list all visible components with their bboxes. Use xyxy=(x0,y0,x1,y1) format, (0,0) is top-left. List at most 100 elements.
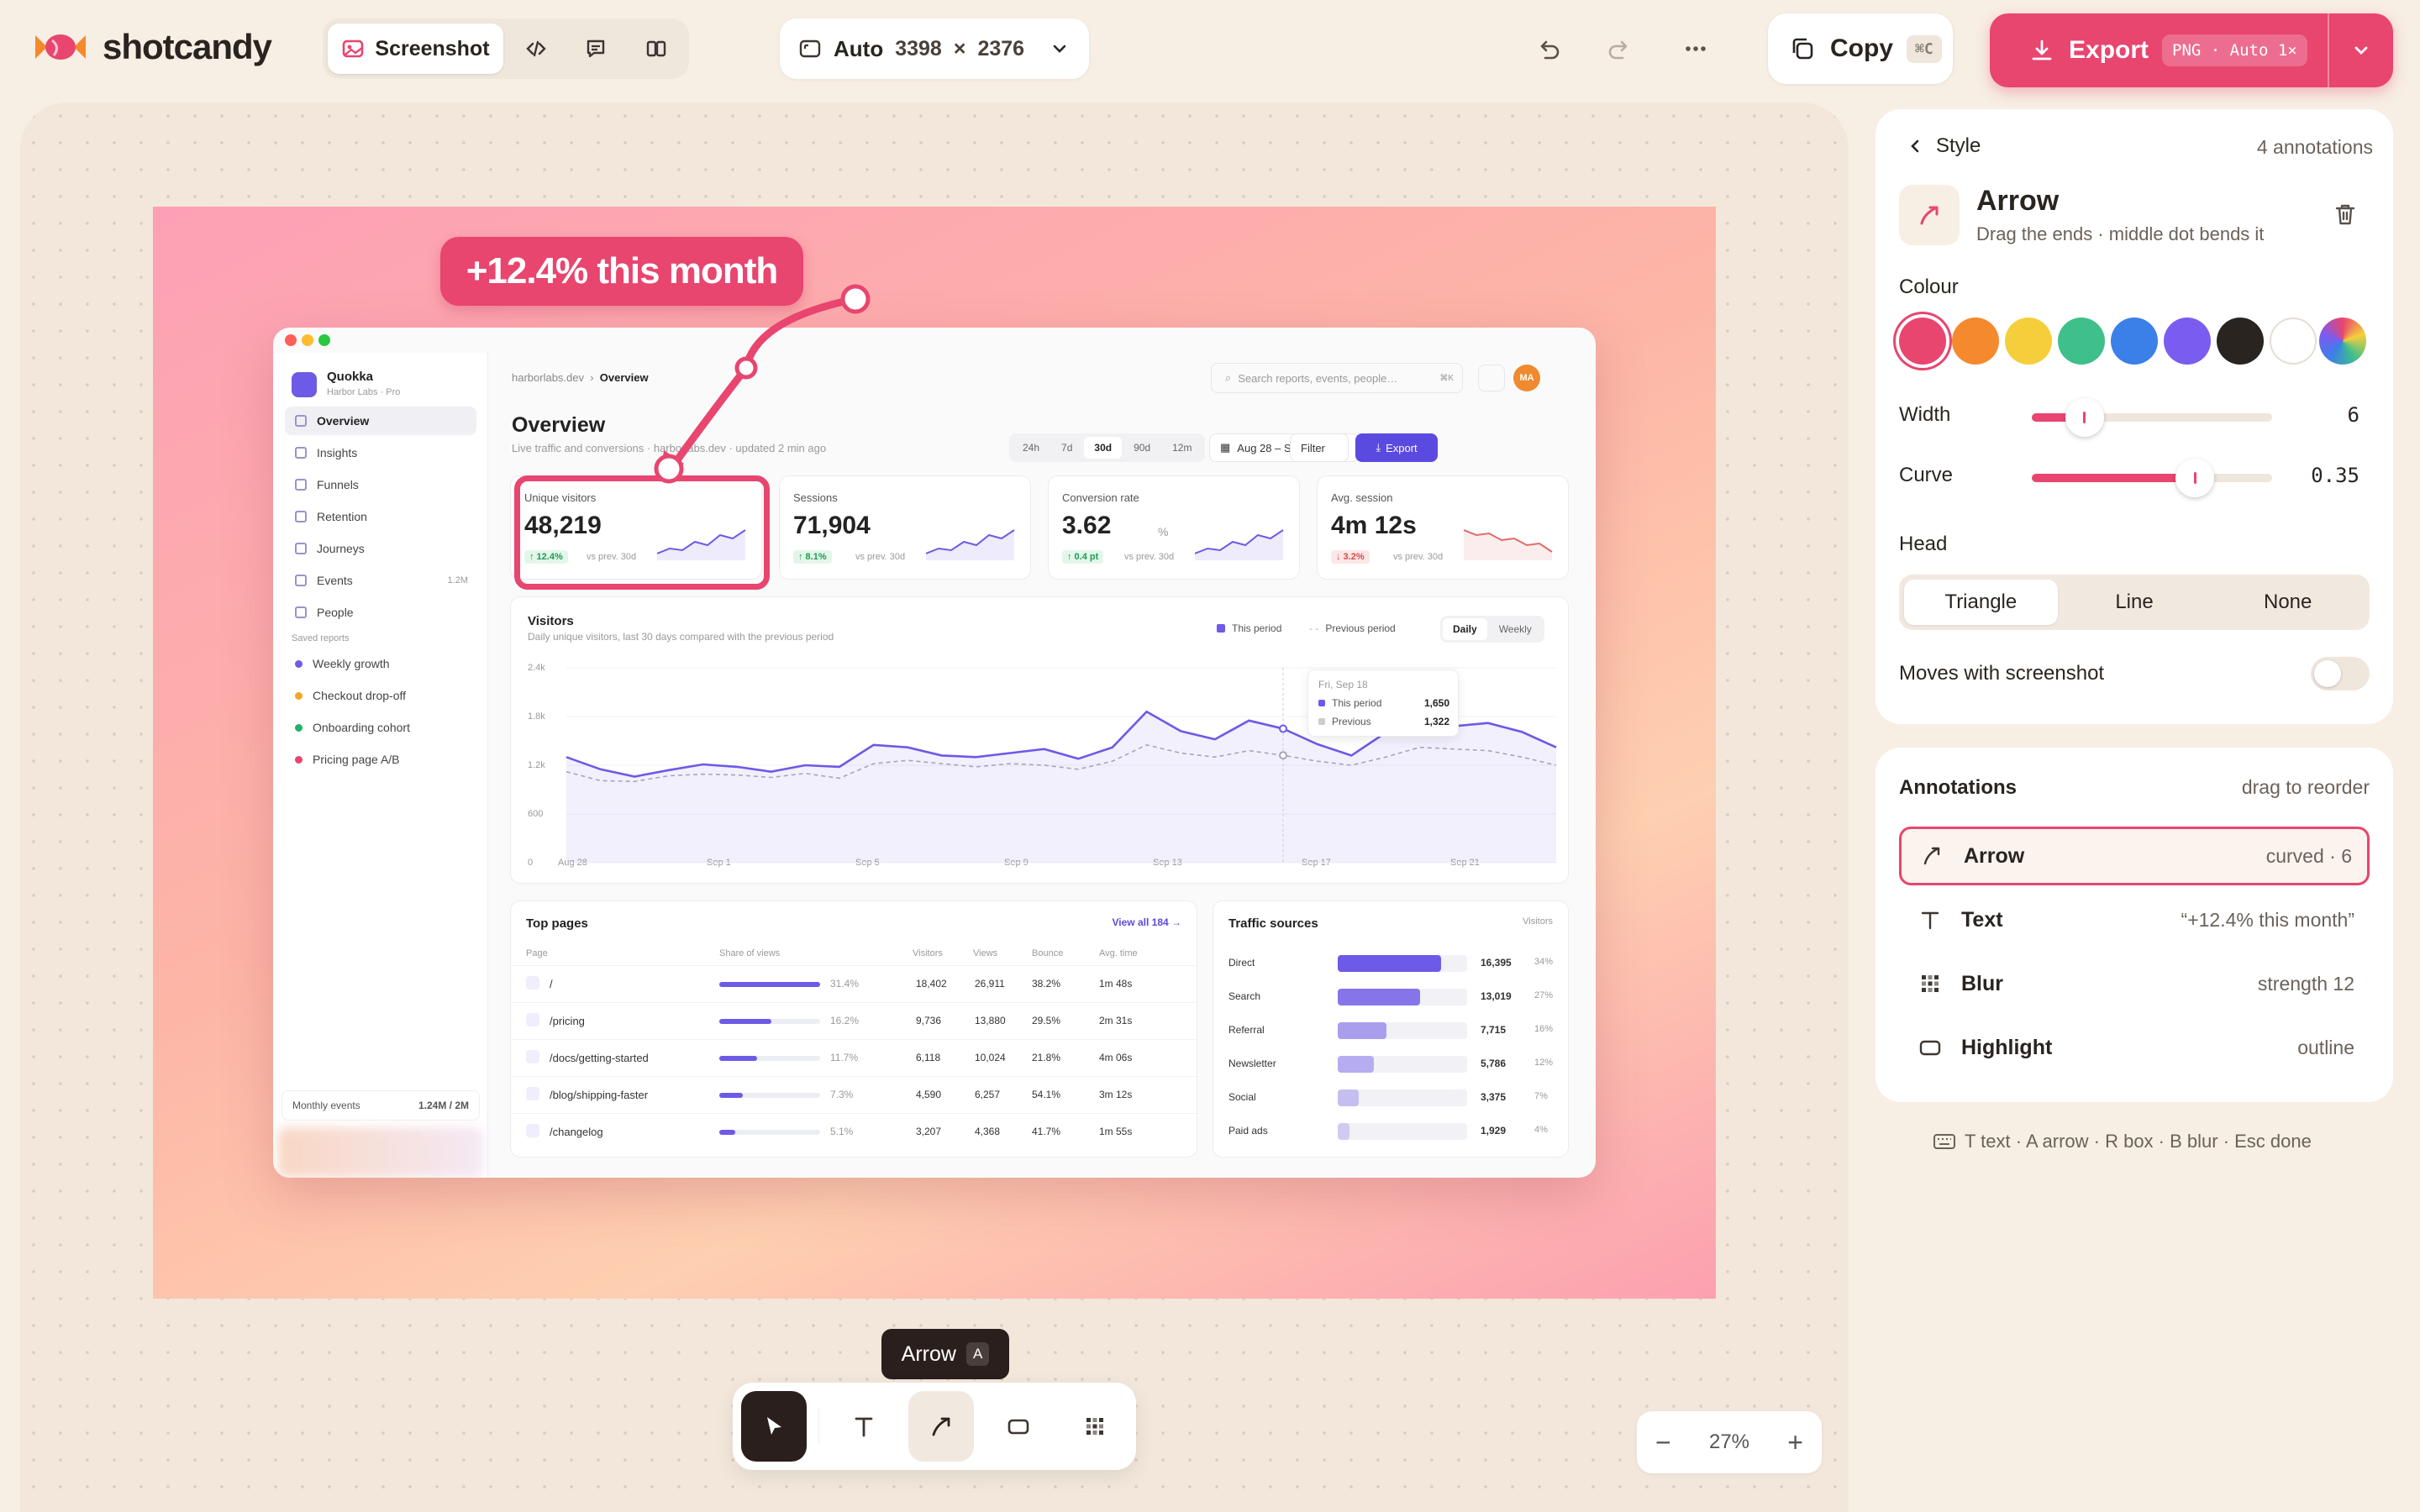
arrow-tool[interactable] xyxy=(908,1391,974,1462)
highlight-annotation[interactable] xyxy=(514,475,770,590)
cell-bounce: 54.1% xyxy=(1032,1089,1061,1100)
color-swatch[interactable] xyxy=(2217,318,2264,365)
color-swatch[interactable] xyxy=(2164,318,2211,365)
width-value: 6 xyxy=(2347,403,2360,427)
chevron-down-icon xyxy=(1049,38,1071,60)
width-slider-knob[interactable] xyxy=(2065,398,2104,437)
width-label: Width xyxy=(1899,403,1951,426)
kpi-delta: ↓ 3.2% xyxy=(1331,550,1370,564)
traffic-header: Visitors xyxy=(1523,916,1553,927)
annotation-item-highlight[interactable]: Highlight outline xyxy=(1899,1018,2370,1077)
traffic-source: Search xyxy=(1228,990,1261,1002)
workspace-logo xyxy=(292,371,317,397)
app-logo: shotcandy xyxy=(34,27,272,67)
text-annotation[interactable]: +12.4% this month xyxy=(440,237,803,306)
traffic-light-close xyxy=(285,334,297,346)
range-tab: 30d xyxy=(1084,437,1123,459)
blur-icon xyxy=(1918,971,1943,996)
curve-slider-knob[interactable] xyxy=(2175,459,2215,497)
sidebar-item-label: Retention xyxy=(317,510,367,523)
share-value: 5.1% xyxy=(830,1126,854,1137)
annotation-item-arrow[interactable]: Arrow curved · 6 xyxy=(1899,827,2370,885)
zoom-out-button[interactable]: − xyxy=(1655,1427,1671,1458)
cell-views: 4,368 xyxy=(975,1126,1001,1137)
select-tool[interactable] xyxy=(741,1391,807,1462)
kpi-compare: vs prev. 30d xyxy=(1124,552,1175,562)
traffic-visitors: 5,786 xyxy=(1481,1058,1507,1069)
width-slider[interactable] xyxy=(2032,398,2272,437)
color-swatch[interactable] xyxy=(2111,318,2158,365)
mode-compare[interactable] xyxy=(629,24,684,74)
export-options-button[interactable] xyxy=(2328,13,2393,87)
kpi-compare: vs prev. 30d xyxy=(1393,552,1444,562)
color-swatch[interactable] xyxy=(1899,318,1946,365)
color-swatch[interactable] xyxy=(2005,318,2052,365)
zoom-in-button[interactable]: + xyxy=(1787,1427,1803,1458)
annotation-item-text[interactable]: Text “+12.4% this month” xyxy=(1899,890,2370,949)
tooltip-date: Fri, Sep 18 xyxy=(1318,679,1368,690)
share-value: 11.7% xyxy=(830,1052,859,1063)
columns-icon xyxy=(644,37,668,60)
traffic-bar-fill xyxy=(1338,1056,1375,1073)
nav-icon xyxy=(295,479,307,491)
mode-screenshot[interactable]: Screenshot xyxy=(328,24,503,74)
traffic-visitors: 13,019 xyxy=(1481,990,1512,1002)
annotation-item-blur[interactable]: Blur strength 12 xyxy=(1899,954,2370,1013)
head-option-triangle[interactable]: Triangle xyxy=(1904,580,2058,625)
more-button[interactable] xyxy=(1672,25,1719,72)
color-swatch[interactable] xyxy=(2270,318,2317,365)
download-icon xyxy=(2028,37,2055,64)
monthly-events-label: Monthly events xyxy=(292,1100,360,1111)
visitors-card: Visitors Daily unique visitors, last 30 … xyxy=(510,596,1569,884)
traffic-bar xyxy=(1338,1056,1467,1073)
blur-icon xyxy=(1081,1412,1109,1441)
cell-time: 3m 12s xyxy=(1099,1089,1133,1100)
export-button[interactable]: Export PNG · Auto 1× xyxy=(1990,13,2328,87)
filter-label: Filter xyxy=(1301,441,1325,454)
undo-button[interactable] xyxy=(1524,25,1571,72)
back-button[interactable]: Style xyxy=(1906,134,1981,158)
kpi-delta: ↑ 0.4 pt xyxy=(1062,550,1104,564)
head-option-none[interactable]: None xyxy=(2211,580,2365,625)
back-label: Style xyxy=(1936,134,1981,157)
text-icon xyxy=(850,1412,878,1441)
delete-button[interactable] xyxy=(2331,200,2360,228)
head-option-line[interactable]: Line xyxy=(2058,580,2212,625)
nav-icon xyxy=(295,511,307,522)
workspace-switcher: Quokka Harbor Labs · Pro xyxy=(292,370,400,399)
traffic-row: Referral 7,715 16% xyxy=(1228,1019,1556,1041)
share-bar xyxy=(719,982,820,987)
redo-icon xyxy=(1606,34,1634,63)
color-swatch[interactable] xyxy=(2058,318,2105,365)
annotations-hint: drag to reorder xyxy=(2241,776,2370,798)
mode-screenshot-label: Screenshot xyxy=(375,36,490,60)
cell-views: 6,257 xyxy=(975,1089,1001,1100)
copy-label: Copy xyxy=(1830,34,1893,62)
sidebar-item-label: Overview xyxy=(317,414,370,428)
sidebar-item-overview: Overview xyxy=(285,407,476,435)
box-tool[interactable] xyxy=(986,1391,1051,1462)
text-tool[interactable] xyxy=(831,1391,897,1462)
moves-with-screenshot-toggle[interactable] xyxy=(2311,657,2370,690)
custom-color-picker[interactable] xyxy=(2319,318,2366,365)
redo-button[interactable] xyxy=(1597,25,1644,72)
annotation-detail: strength 12 xyxy=(2257,972,2354,995)
copy-button[interactable]: Copy ⌘C xyxy=(1768,13,1953,84)
annotation-detail: outline xyxy=(2297,1036,2354,1058)
mode-code[interactable] xyxy=(508,24,564,74)
more-icon xyxy=(1681,34,1710,63)
chart-tooltip: Fri, Sep 18 This period 1,650 Previous 1,3… xyxy=(1307,669,1459,737)
screenshot-window[interactable]: Quokka Harbor Labs · Pro Overview Insights… xyxy=(273,328,1596,1178)
blur-tool[interactable] xyxy=(1062,1391,1128,1462)
saved-report-item: Checkout drop-off xyxy=(295,689,406,702)
color-swatch[interactable] xyxy=(1952,318,1999,365)
kpi-compare: vs prev. 30d xyxy=(855,552,906,562)
kpi-value: 3.62 xyxy=(1062,512,1112,539)
sidebar-item-retention: Retention xyxy=(285,502,476,531)
curve-slider[interactable] xyxy=(2032,459,2272,497)
mode-comment[interactable] xyxy=(569,24,624,74)
curve-value: 0.35 xyxy=(2311,464,2360,487)
saved-reports-title: Saved reports xyxy=(292,633,350,643)
sidebar-item-journeys: Journeys xyxy=(285,534,476,563)
size-selector[interactable]: Auto 3398 × 2376 xyxy=(780,18,1089,79)
